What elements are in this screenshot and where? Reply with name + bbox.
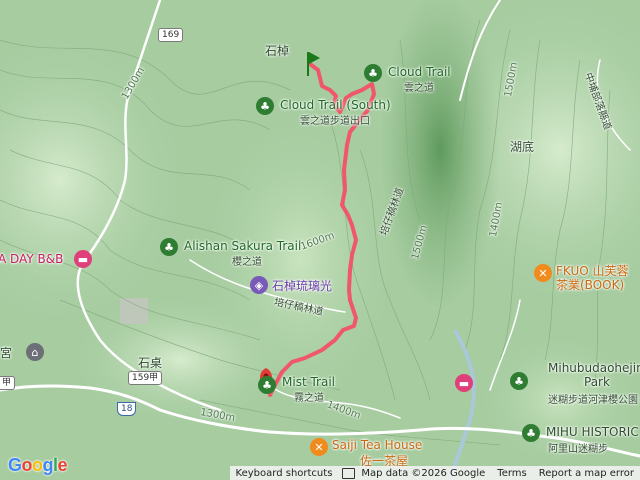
place-label-cloud-trail[interactable]: Cloud Trail (388, 65, 451, 79)
google-logo: Google (8, 455, 68, 475)
restaurant-icon[interactable]: ✕ (534, 264, 552, 282)
park-icon[interactable]: ♣ (364, 64, 382, 82)
place-label-mihu-park[interactable]: Mihubudaohejiny (548, 361, 640, 375)
map-data-text: Map data ©2026 Google (361, 467, 486, 479)
place-label-temple: 宮 (0, 346, 13, 360)
place-label-fkuo-zh: 茶業(BOOK) (556, 278, 625, 292)
place-label-mihu-historic-zh: 阿里山迷糊步 (548, 444, 608, 455)
place-label-cloud-trail-south[interactable]: Cloud Trail (South) (280, 98, 391, 112)
park-icon[interactable]: ♣ (258, 376, 276, 394)
place-label-mist-trail[interactable]: Mist Trail (282, 375, 335, 389)
place-label-shizhuo: 石棹 (265, 44, 290, 58)
place-label-alishan-sakura-trail-zh: 櫻之道 (232, 257, 262, 268)
place-label-mihu-park-zh: 迷糊步道河津櫻公園 (548, 395, 638, 406)
place-label-shiquan: 石桌 (138, 356, 163, 370)
keyboard-shortcuts-link[interactable]: Keyboard shortcuts (230, 468, 339, 479)
valley-east (380, 0, 500, 310)
park-icon[interactable]: ♣ (160, 238, 178, 256)
attribution-bar: Keyboard shortcuts Map data ©2026 Google… (229, 466, 640, 480)
park-icon[interactable]: ♣ (522, 424, 540, 442)
road-shield-169: 169 (158, 28, 184, 42)
temple-icon[interactable]: ⌂ (26, 343, 44, 361)
hotel-icon[interactable]: ▬ (74, 250, 92, 268)
place-label-glass-shop[interactable]: 石棹琉璃光 (272, 277, 332, 294)
place-label-saiji-tea-house[interactable]: Saiji Tea House (332, 438, 422, 452)
keyboard-icon (342, 467, 356, 479)
glass-shop-icon[interactable]: ◈ (250, 276, 268, 294)
terms-link[interactable]: Terms (491, 468, 532, 479)
park-icon[interactable]: ♣ (510, 372, 528, 390)
road-shield-159a: 159甲 (128, 371, 163, 385)
place-label-mihu-historic[interactable]: MIHU HISTORIC (546, 425, 639, 439)
park-icon[interactable]: ♣ (256, 97, 274, 115)
place-label-mist-trail-zh: 霧之道 (294, 393, 324, 404)
hotel-icon[interactable]: ▬ (455, 374, 473, 392)
road-shield-159a-left: 甲 (0, 376, 16, 390)
place-label-alishan-sakura-trail[interactable]: Alishan Sakura Trail (184, 239, 301, 253)
place-label-cloud-trail-south-zh: 雲之道步道出口 (300, 116, 370, 127)
place-label-hudi: 湖底 (510, 140, 535, 154)
building-block (120, 298, 148, 324)
place-label-cloud-trail-zh: 雲之道 (404, 83, 434, 94)
road-shield-18: 18 (117, 402, 137, 416)
place-label-mihu-park-2: Park (584, 375, 610, 389)
place-label-a-day-bnb[interactable]: A DAY B&B (0, 252, 63, 266)
report-error-link[interactable]: Report a map error (533, 468, 640, 479)
restaurant-icon[interactable]: ✕ (310, 438, 328, 456)
slope-south (60, 290, 300, 430)
